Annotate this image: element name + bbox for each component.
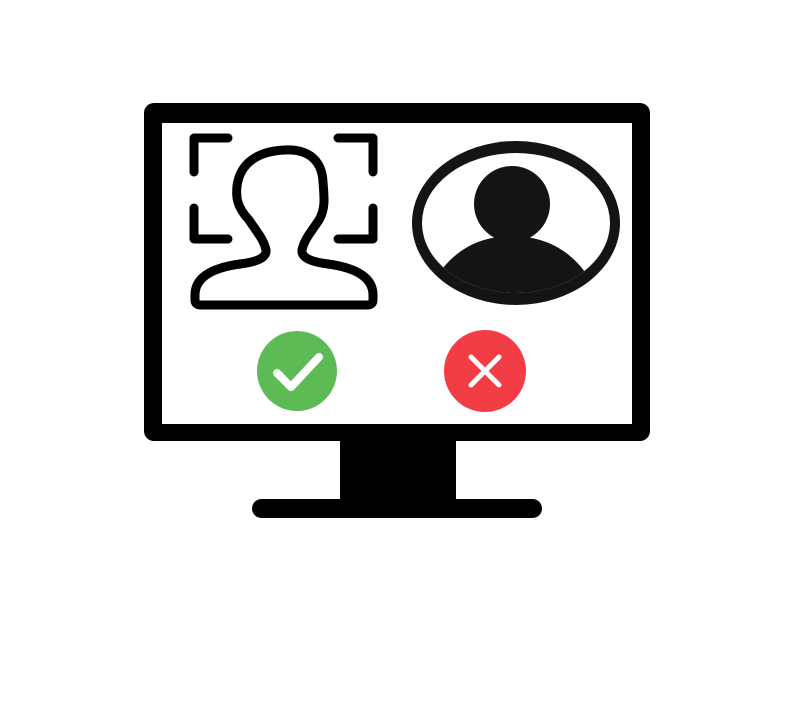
monitor-neck [340,440,456,502]
accept-badge [257,331,337,411]
accept-circle [257,331,337,411]
reject-badge [444,330,526,412]
illustration-canvas [0,0,794,720]
monitor-base [252,499,542,518]
avatar-head [474,166,550,242]
monitor-illustration [144,103,650,518]
